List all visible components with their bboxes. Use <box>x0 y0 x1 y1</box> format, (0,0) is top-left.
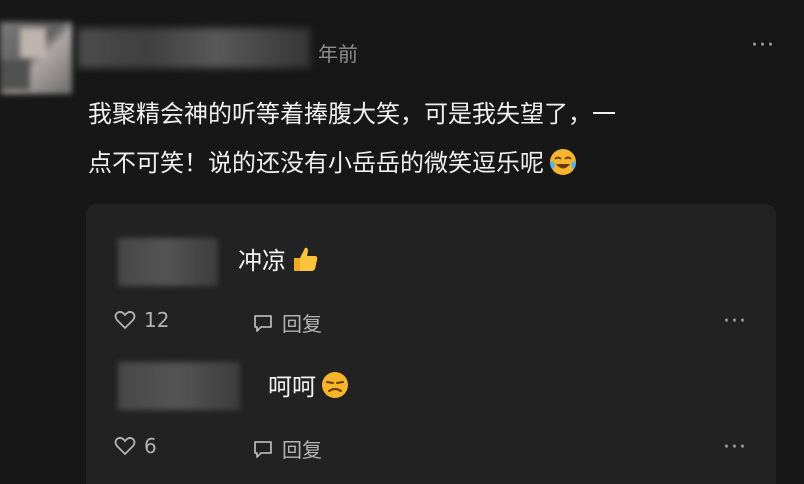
crying-laughing-emoji-icon <box>548 145 578 175</box>
username-blurred[interactable] <box>78 28 310 68</box>
replies-panel: 冲凉 12 回复 ··· 呵呵 6 回复 ··· <box>86 204 776 484</box>
reply-1-like-count: 12 <box>144 308 170 332</box>
reply-2-avatar[interactable] <box>118 362 240 410</box>
reply-2-body: 呵呵 <box>268 370 350 403</box>
reply-1-text: 冲凉 <box>238 247 286 275</box>
comment-line-2-text: 点不可笑！说的还没有小岳岳的微笑逗乐呢 <box>88 149 544 177</box>
heart-outline-icon <box>114 310 136 330</box>
reply-2-like-button[interactable]: 6 <box>114 434 157 458</box>
more-options-icon[interactable]: ··· <box>748 35 778 57</box>
reply-1-more-icon[interactable]: ··· <box>720 311 750 333</box>
reply-2-more-icon[interactable]: ··· <box>720 437 750 459</box>
reply-1-like-button[interactable]: 12 <box>114 308 169 332</box>
comment-time: 年前 <box>318 42 358 66</box>
reply-2-reply-label: 回复 <box>282 438 322 462</box>
reply-1-reply-button[interactable]: 回复 <box>252 308 322 337</box>
comment-line-2: 点不可笑！说的还没有小岳岳的微笑逗乐呢 <box>88 139 778 188</box>
reply-1-body: 冲凉 <box>238 244 320 277</box>
chat-bubble-icon <box>254 440 272 458</box>
unamused-face-icon <box>320 370 350 400</box>
reply-2-text: 呵呵 <box>268 373 316 401</box>
thumbs-up-icon <box>290 244 320 274</box>
chat-bubble-icon <box>254 314 272 332</box>
reply-2-like-count: 6 <box>144 434 157 458</box>
comment-line-1: 我聚精会神的听等着捧腹大笑，可是我失望了，一 <box>88 100 616 128</box>
heart-outline-icon <box>114 436 136 456</box>
reply-1-avatar[interactable] <box>118 238 218 286</box>
reply-2-reply-button[interactable]: 回复 <box>252 434 322 463</box>
avatar[interactable] <box>0 22 72 94</box>
reply-1-reply-label: 回复 <box>282 312 322 336</box>
comment-body: 我聚精会神的听等着捧腹大笑，可是我失望了，一 点不可笑！说的还没有小岳岳的微笑逗… <box>88 90 778 188</box>
comment-thread: 年前 ··· 我聚精会神的听等着捧腹大笑，可是我失望了，一 点不可笑！说的还没有… <box>0 0 804 484</box>
